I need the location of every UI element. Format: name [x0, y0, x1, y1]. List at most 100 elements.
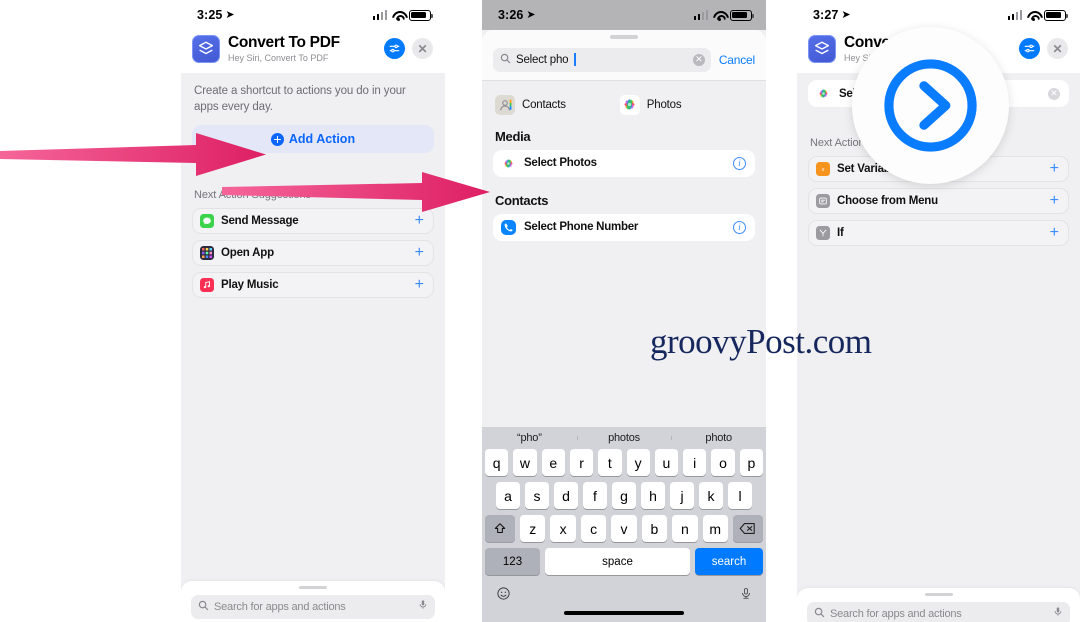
search-placeholder: Search for apps and actions	[830, 608, 962, 620]
microphone-icon[interactable]	[1053, 605, 1063, 622]
search-input[interactable]: Search for apps and actions	[807, 602, 1070, 622]
add-button[interactable]: +	[415, 245, 424, 261]
add-action-button[interactable]: Add Action	[192, 125, 434, 154]
key-l[interactable]: l	[728, 482, 752, 509]
header-actions: ✕	[384, 38, 433, 59]
location-arrow-icon: ➤	[225, 8, 235, 21]
prediction-2[interactable]: photo	[671, 432, 766, 444]
key-u[interactable]: u	[654, 449, 679, 476]
list-item[interactable]: Open App +	[192, 240, 434, 267]
sheet-grabber[interactable]	[299, 585, 327, 589]
key-k[interactable]: k	[699, 482, 723, 509]
list-item-label: If	[837, 227, 844, 239]
cancel-button[interactable]: Cancel	[719, 53, 755, 67]
search-input[interactable]: Select pho ✕	[493, 47, 711, 72]
sliders-icon[interactable]	[1019, 38, 1040, 59]
key-e[interactable]: e	[541, 449, 565, 476]
list-item-label: Select Phone Number	[524, 221, 639, 233]
music-icon	[200, 278, 214, 293]
sheet-header: Select pho ✕ Cancel	[482, 30, 766, 81]
add-button[interactable]: +	[1050, 161, 1059, 177]
search-key[interactable]: search	[695, 548, 763, 575]
key-a[interactable]: a	[496, 482, 520, 509]
location-arrow-icon: ➤	[841, 8, 851, 21]
key-i[interactable]: i	[683, 449, 707, 476]
key-y[interactable]: y	[626, 449, 650, 476]
app-chip-photos[interactable]: Photos	[619, 94, 682, 115]
status-bar-2: 3:26 ➤	[482, 0, 766, 30]
cellular-signal-icon	[693, 10, 708, 20]
add-button[interactable]: +	[415, 213, 424, 229]
key-r[interactable]: r	[569, 449, 594, 476]
prediction-0[interactable]: “pho”	[482, 432, 577, 444]
add-button[interactable]: +	[1050, 225, 1059, 241]
key-f[interactable]: f	[583, 482, 607, 509]
add-action-label: Add Action	[288, 132, 356, 147]
key-c[interactable]: c	[580, 515, 607, 542]
key-b[interactable]: b	[641, 515, 668, 542]
sheet-grabber[interactable]	[924, 592, 953, 596]
wifi-icon	[712, 10, 726, 21]
clear-circle-icon[interactable]: ✕	[1048, 87, 1060, 100]
add-button[interactable]: +	[415, 277, 424, 293]
info-icon[interactable]: i	[733, 156, 746, 170]
key-z[interactable]: z	[520, 515, 546, 542]
list-item[interactable]: Play Music +	[192, 272, 434, 299]
list-item[interactable]: Send Message +	[192, 208, 434, 235]
microphone-icon[interactable]	[740, 586, 752, 606]
app-chip-contacts[interactable]: Contacts	[495, 94, 566, 115]
panel1-body: Create a shortcut to actions you do in y…	[181, 73, 445, 622]
close-icon[interactable]: ✕	[412, 38, 433, 59]
key-t[interactable]: t	[598, 449, 622, 476]
microphone-icon[interactable]	[418, 598, 428, 616]
contacts-icon	[495, 94, 515, 115]
battery-icon	[409, 9, 434, 21]
clear-circle-icon[interactable]: ✕	[692, 53, 705, 66]
list-item-select-photos[interactable]: Select Photos i	[493, 149, 755, 177]
wifi-icon	[1026, 10, 1040, 21]
app-results-row: Contacts Photos	[482, 80, 766, 127]
app-grid-icon	[200, 246, 214, 261]
key-w[interactable]: w	[513, 449, 537, 476]
backspace-icon[interactable]	[732, 515, 763, 542]
numeric-key[interactable]: 123	[485, 548, 540, 575]
prediction-1[interactable]: photos	[576, 432, 672, 444]
header-actions: ✕	[1019, 38, 1068, 59]
add-button[interactable]: +	[1050, 193, 1059, 209]
key-s[interactable]: s	[525, 482, 549, 509]
search-input[interactable]: Search for apps and actions	[191, 595, 435, 619]
chevron-right-circle-icon	[884, 59, 977, 152]
list-item[interactable]: If +	[808, 220, 1069, 246]
sheet-grabber[interactable]	[610, 35, 638, 39]
status-bar-3: 3:27 ➤	[797, 0, 1080, 30]
page-title: Convert To PDF	[228, 34, 340, 51]
search-row: Select pho ✕ Cancel	[482, 45, 766, 72]
key-j[interactable]: j	[670, 482, 694, 509]
key-v[interactable]: v	[611, 515, 637, 542]
key-g[interactable]: g	[612, 482, 636, 509]
key-n[interactable]: n	[672, 515, 698, 542]
key-x[interactable]: x	[550, 515, 576, 542]
key-p[interactable]: p	[739, 449, 763, 476]
cellular-signal-icon	[1007, 10, 1022, 20]
if-icon	[816, 226, 830, 240]
app-chip-label: Photos	[646, 98, 682, 111]
key-h[interactable]: h	[641, 482, 665, 509]
emoji-icon[interactable]	[496, 586, 511, 606]
search-icon	[198, 600, 209, 614]
shift-icon[interactable]	[485, 515, 516, 542]
key-o[interactable]: o	[711, 449, 735, 476]
close-icon[interactable]: ✕	[1047, 38, 1068, 59]
info-icon[interactable]: i	[733, 220, 746, 234]
key-d[interactable]: d	[554, 482, 578, 509]
key-m[interactable]: m	[702, 515, 728, 542]
photos-icon	[619, 94, 640, 115]
list-item-select-phone-number[interactable]: Select Phone Number i	[493, 213, 755, 241]
key-q[interactable]: q	[485, 449, 509, 476]
home-indicator	[564, 611, 684, 615]
shortcuts-icon	[808, 34, 836, 63]
status-time: 3:27	[813, 8, 839, 22]
sliders-icon[interactable]	[384, 38, 405, 59]
list-item[interactable]: Choose from Menu +	[808, 188, 1069, 214]
space-key[interactable]: space	[545, 548, 690, 575]
